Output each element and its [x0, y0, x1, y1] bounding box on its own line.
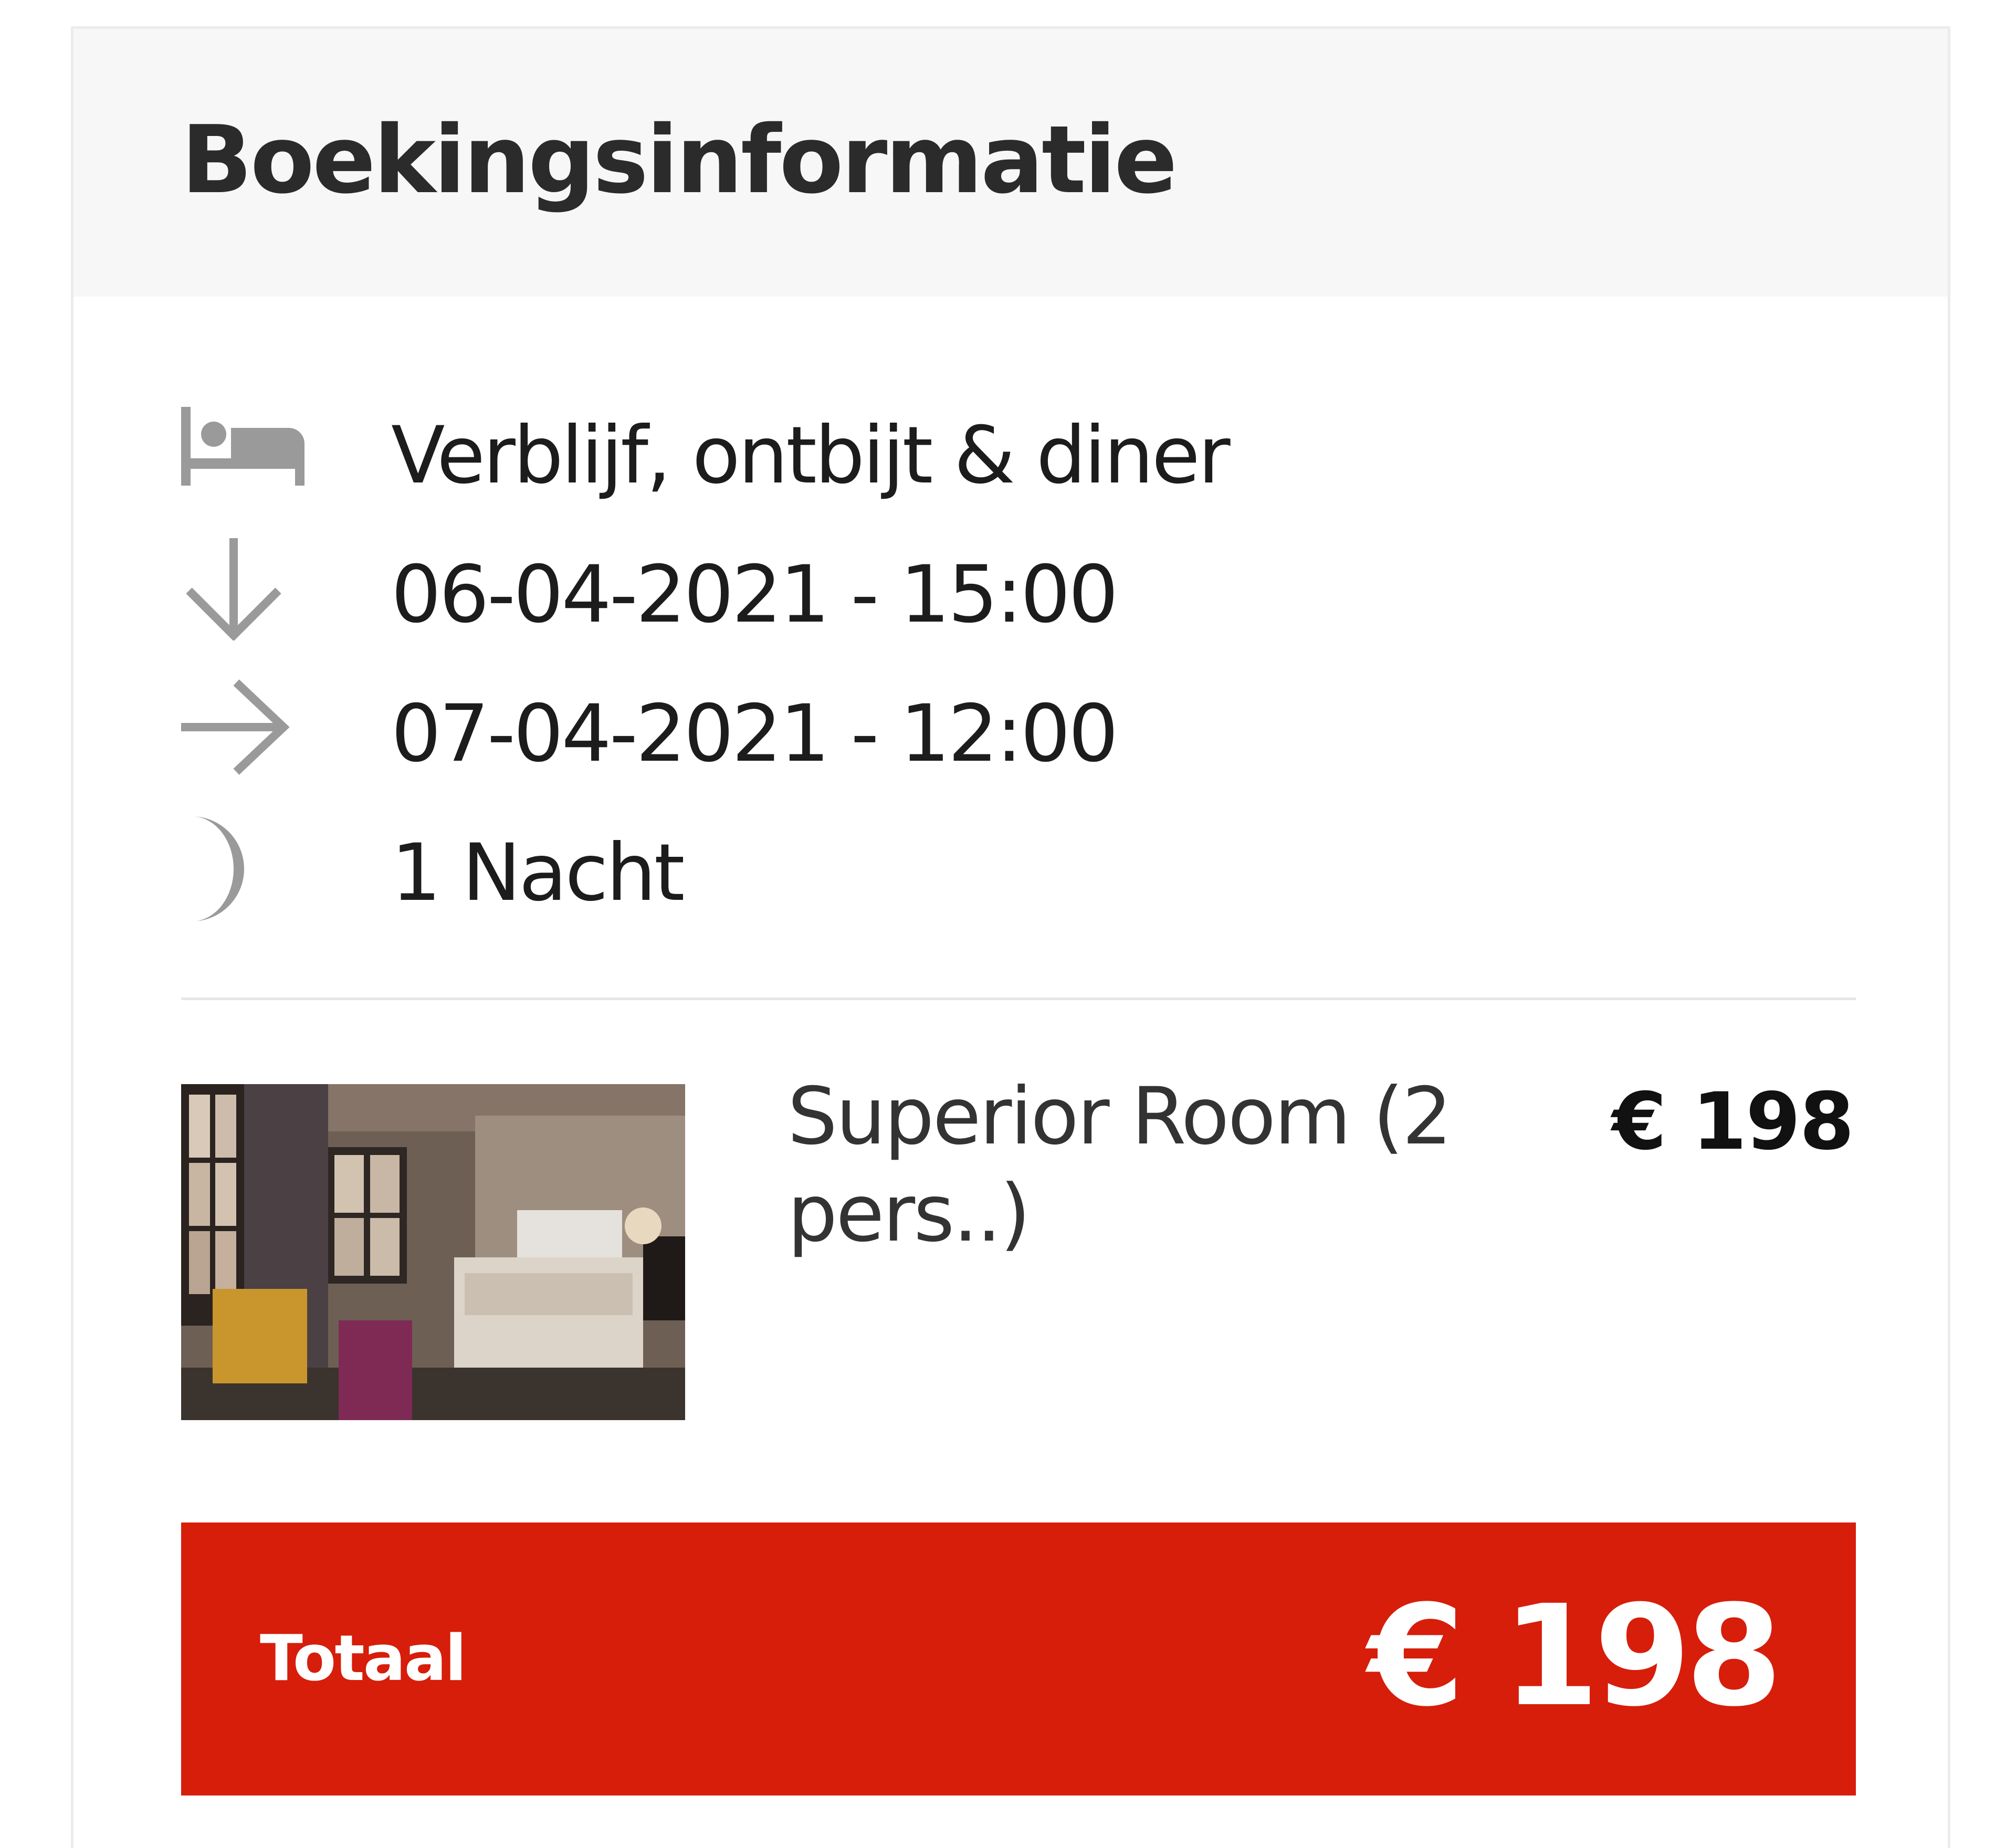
- departure-datetime: 07-04-2021 - 12:00: [391, 688, 1118, 780]
- board-type-row: Verblijf, ontbijt & diner: [74, 396, 1948, 522]
- room-name[interactable]: Superior Room (2 pers..): [788, 1068, 1522, 1263]
- card-title: Boekingsinformatie: [181, 106, 1178, 214]
- moon-icon: [181, 814, 307, 940]
- total-bar: Totaal € 198: [181, 1522, 1856, 1796]
- nights-row: 1 Nacht: [74, 814, 1948, 940]
- arrival-row: 06-04-2021 - 15:00: [74, 536, 1948, 662]
- divider: [181, 998, 1856, 1000]
- arrival-datetime: 06-04-2021 - 15:00: [391, 549, 1118, 640]
- booking-info-card: Boekingsinformatie Verblijf, ontbijt & d…: [71, 26, 1950, 1848]
- arrow-down-icon: [181, 536, 307, 662]
- room-price: € 198: [1612, 1076, 1854, 1168]
- board-type-text: Verblijf, ontbijt & diner: [391, 410, 1231, 501]
- departure-row: 07-04-2021 - 12:00: [74, 675, 1948, 801]
- card-header: Boekingsinformatie: [74, 29, 1948, 297]
- nights-text: 1 Nacht: [391, 827, 685, 919]
- bed-icon: [181, 396, 307, 522]
- arrow-right-icon: [181, 675, 307, 801]
- total-label: Totaal: [260, 1622, 467, 1695]
- total-amount: € 198: [1368, 1576, 1782, 1737]
- room-thumbnail[interactable]: [181, 1084, 685, 1420]
